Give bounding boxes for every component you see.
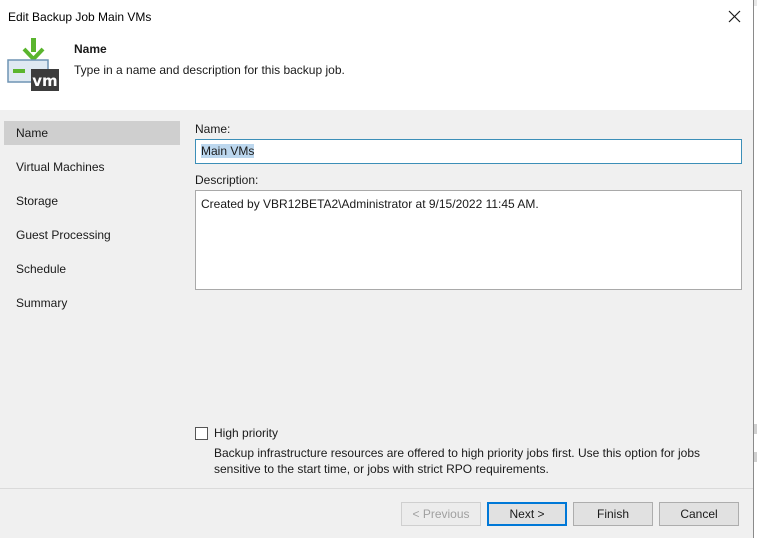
sidebar-item-virtual-machines[interactable]: Virtual Machines [4, 155, 180, 179]
name-step-content: Name: Main VMs Description: Created by V… [181, 110, 753, 488]
next-button[interactable]: Next > [487, 502, 567, 526]
vm-backup-icon: vm [7, 38, 61, 92]
wizard-header: vm Name Type in a name and description f… [0, 34, 753, 110]
sidebar-item-storage[interactable]: Storage [4, 189, 180, 213]
wizard-steps-sidebar: Name Virtual Machines Storage Guest Proc… [0, 110, 180, 488]
previous-button[interactable]: < Previous [401, 502, 481, 526]
step-title: Name [74, 42, 107, 56]
description-label: Description: [195, 173, 259, 187]
wizard-footer: < Previous Next > Finish Cancel [0, 488, 753, 538]
sidebar-item-summary[interactable]: Summary [4, 291, 180, 315]
cancel-button[interactable]: Cancel [659, 502, 739, 526]
name-label: Name: [195, 122, 231, 136]
title-bar: Edit Backup Job Main VMs [0, 0, 753, 34]
edit-backup-job-dialog: Edit Backup Job Main VMs vm Name Type in… [0, 0, 754, 538]
sidebar-item-schedule[interactable]: Schedule [4, 257, 180, 281]
job-description-textarea[interactable]: Created by VBR12BETA2\Administrator at 9… [195, 190, 742, 290]
wizard-body: Name Virtual Machines Storage Guest Proc… [0, 110, 753, 488]
high-priority-label[interactable]: High priority [214, 426, 278, 440]
high-priority-checkbox[interactable] [195, 427, 208, 440]
job-description-value: Created by VBR12BETA2\Administrator at 9… [201, 197, 539, 211]
sidebar-item-name[interactable]: Name [4, 121, 180, 145]
vm-badge-text: vm [32, 72, 57, 90]
job-name-value: Main VMs [201, 144, 255, 158]
job-name-input[interactable]: Main VMs [195, 139, 742, 164]
window-title: Edit Backup Job Main VMs [8, 10, 152, 24]
close-icon [728, 10, 740, 23]
finish-button[interactable]: Finish [573, 502, 653, 526]
high-priority-hint: Backup infrastructure resources are offe… [214, 446, 701, 476]
step-description: Type in a name and description for this … [74, 63, 345, 77]
close-button[interactable] [721, 4, 747, 30]
sidebar-item-guest-processing[interactable]: Guest Processing [4, 223, 180, 247]
